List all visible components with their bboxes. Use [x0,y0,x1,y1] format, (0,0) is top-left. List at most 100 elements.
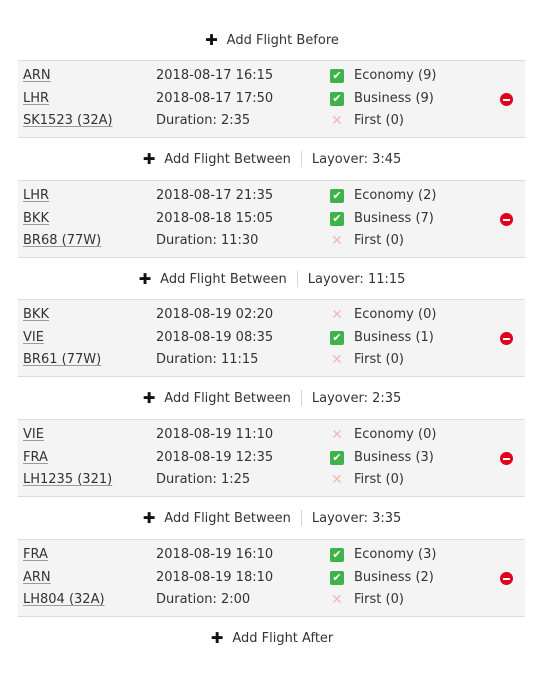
economy-class-option[interactable]: ✕ Economy (0) [330,307,436,323]
add-flight-before-label: Add Flight Before [226,32,339,48]
arrival-time: 2018-08-19 12:35 [156,450,274,465]
departure-time: 2018-08-19 02:20 [156,307,274,322]
plus-icon: ✚ [205,30,218,49]
add-flight-between-row: ✚ Add Flight Between Layover: 3:35 [0,506,544,530]
arrival-time: 2018-08-18 15:05 [156,211,274,226]
flight-number-link[interactable]: LH804 (32A) [23,592,105,608]
checkmark-icon: ✔ [330,92,344,106]
departure-time: 2018-08-17 21:35 [156,188,274,203]
economy-class-option[interactable]: ✔ Economy (2) [330,188,436,204]
cross-icon: ✕ [331,113,343,129]
plus-icon: ✚ [142,149,156,168]
cross-icon: ✕ [331,427,343,443]
destination-airport-link[interactable]: BKK [23,211,49,227]
add-flight-between-row: ✚ Add Flight Between Layover: 2:35 [0,386,544,410]
layover-duration: Layover: 11:15 [307,271,406,287]
flight-number-link[interactable]: LH1235 (321) [23,472,112,488]
flight-number-link[interactable]: SK1523 (32A) [23,113,113,129]
remove-flight-icon[interactable] [500,572,513,585]
economy-class-label: Economy (9) [354,68,437,83]
remove-flight-icon[interactable] [500,213,513,226]
arrival-time: 2018-08-19 18:10 [156,570,274,585]
business-class-option[interactable]: ✔ Business (1) [330,330,434,346]
origin-airport-link[interactable]: BKK [23,307,49,323]
add-flight-between-button[interactable]: ✚ Add Flight Between [139,271,287,287]
cross-icon: ✕ [331,592,343,608]
business-class-label: Business (7) [354,211,434,226]
add-flight-between-label: Add Flight Between [160,271,287,287]
add-flight-between-button[interactable]: ✚ Add Flight Between [142,149,291,168]
economy-class-option[interactable]: ✕ Economy (0) [330,427,436,443]
checkmark-icon: ✔ [330,451,344,465]
first-class-option[interactable]: ✕ First (0) [330,352,404,368]
economy-class-label: Economy (0) [354,427,437,442]
remove-flight-icon[interactable] [500,332,513,345]
add-flight-between-row: ✚ Add Flight Between Layover: 3:45 [0,147,544,171]
checkmark-icon: ✔ [330,212,344,226]
checkmark-icon: ✔ [330,69,344,83]
cross-icon: ✕ [331,307,343,323]
flight-number-link[interactable]: BR61 (77W) [23,352,101,368]
flight-duration: Duration: 2:35 [156,113,251,128]
departure-time: 2018-08-17 16:15 [156,68,274,83]
flight-segment-card: VIE FRA LH1235 (321) 2018-08-19 11:10 20… [18,419,525,497]
add-flight-after-label: Add Flight After [232,630,334,646]
business-class-option[interactable]: ✔ Business (7) [330,211,434,227]
checkmark-icon: ✔ [330,548,344,562]
origin-airport-link[interactable]: LHR [23,188,49,204]
add-flight-before-button[interactable]: ✚ Add Flight Before [205,30,339,49]
flight-duration: Duration: 2:00 [156,592,251,607]
add-flight-between-label: Add Flight Between [164,510,291,526]
business-class-label: Business (9) [354,91,434,106]
departure-time: 2018-08-19 16:10 [156,547,274,562]
cross-icon: ✕ [331,352,343,368]
origin-airport-link[interactable]: FRA [23,547,48,563]
add-flight-before-row: ✚ Add Flight Before [0,28,544,52]
flight-segment-card: ARN LHR SK1523 (32A) 2018-08-17 16:15 20… [18,60,525,138]
destination-airport-link[interactable]: FRA [23,450,48,466]
business-class-label: Business (3) [354,450,434,465]
first-class-option[interactable]: ✕ First (0) [330,592,404,608]
economy-class-label: Economy (3) [354,547,437,562]
remove-flight-icon[interactable] [500,452,513,465]
destination-airport-link[interactable]: ARN [23,570,51,586]
origin-airport-link[interactable]: ARN [23,68,51,84]
layover-duration: Layover: 2:35 [311,390,402,406]
checkmark-icon: ✔ [330,571,344,585]
destination-airport-link[interactable]: VIE [23,330,44,346]
business-class-label: Business (2) [354,570,434,585]
divider [300,390,302,406]
economy-class-option[interactable]: ✔ Economy (3) [330,547,436,563]
departure-time: 2018-08-19 11:10 [156,427,274,442]
business-class-option[interactable]: ✔ Business (9) [330,91,434,107]
first-class-option[interactable]: ✕ First (0) [330,233,404,249]
flight-number-link[interactable]: BR68 (77W) [23,233,101,249]
add-flight-after-button[interactable]: ✚ Add Flight After [210,628,334,647]
plus-icon: ✚ [142,508,156,527]
flight-segment-card: BKK VIE BR61 (77W) 2018-08-19 02:20 2018… [18,299,525,377]
first-class-label: First (0) [354,592,404,607]
origin-airport-link[interactable]: VIE [23,427,44,443]
checkmark-icon: ✔ [330,189,344,203]
divider [300,510,302,526]
remove-flight-icon[interactable] [500,93,513,106]
first-class-option[interactable]: ✕ First (0) [330,113,404,129]
plus-icon: ✚ [142,388,156,407]
add-flight-between-button[interactable]: ✚ Add Flight Between [142,388,291,407]
flight-duration: Duration: 11:30 [156,233,259,248]
add-flight-between-row: ✚ Add Flight Between Layover: 11:15 [0,267,544,291]
economy-class-label: Economy (2) [354,188,437,203]
layover-duration: Layover: 3:45 [311,151,402,167]
flight-duration: Duration: 1:25 [156,472,251,487]
flight-duration: Duration: 11:15 [156,352,259,367]
first-class-label: First (0) [354,352,404,367]
economy-class-option[interactable]: ✔ Economy (9) [330,68,436,84]
add-flight-between-label: Add Flight Between [164,151,291,167]
plus-icon: ✚ [210,628,224,647]
business-class-option[interactable]: ✔ Business (2) [330,570,434,586]
destination-airport-link[interactable]: LHR [23,91,49,107]
business-class-option[interactable]: ✔ Business (3) [330,450,434,466]
first-class-option[interactable]: ✕ First (0) [330,472,404,488]
first-class-label: First (0) [354,233,404,248]
add-flight-between-button[interactable]: ✚ Add Flight Between [142,508,291,527]
